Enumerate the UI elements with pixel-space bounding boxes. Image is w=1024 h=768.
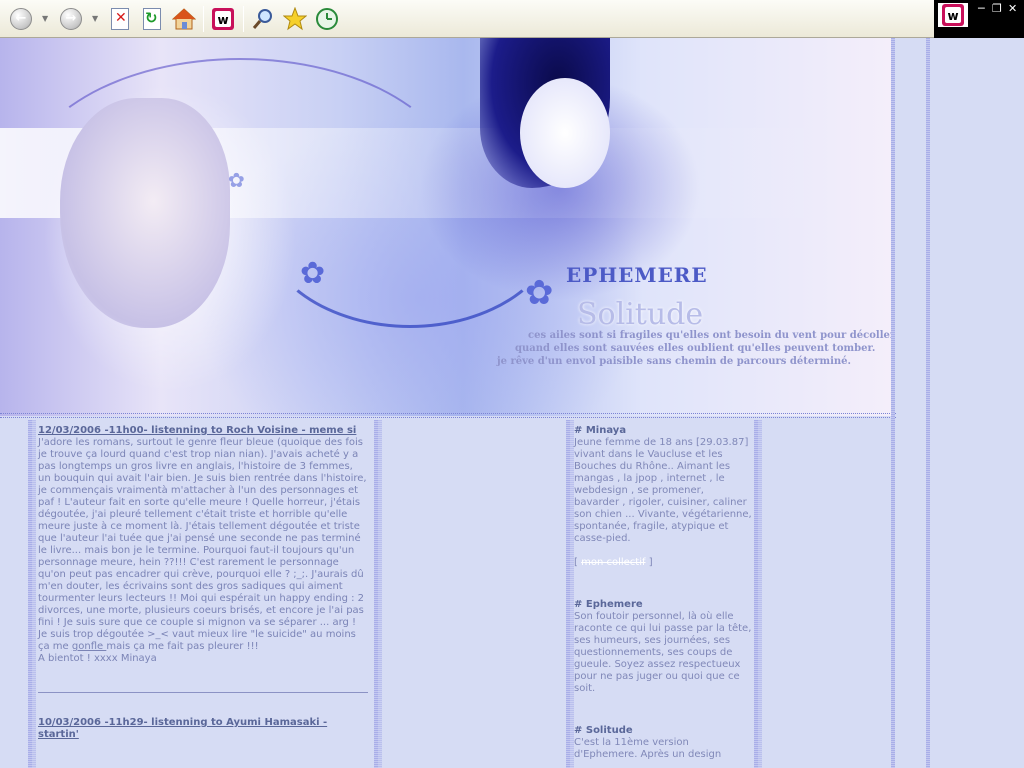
post-title-link[interactable]: 12/03/2006 -11h00- listenning to Roch Vo…	[38, 425, 368, 437]
history-icon	[316, 8, 338, 30]
refresh-icon: ↻	[143, 8, 161, 30]
home-icon	[172, 8, 196, 30]
post-text: mais ça me fait pas pleurer !!!	[106, 641, 259, 652]
back-button[interactable]: ←	[8, 6, 34, 32]
post: 12/03/2006 -11h00- listenning to Roch Vo…	[38, 425, 368, 665]
section-heading: # Minaya	[574, 425, 627, 436]
section-text: Son foutoir personnel, là où elle racont…	[574, 611, 752, 694]
banner-title: EPHEMERE	[566, 263, 708, 287]
butterfly-icon: ✿	[525, 273, 554, 313]
sidebar-section-ephemere: # Ephemere Son foutoir personnel, là où …	[574, 599, 752, 695]
column-divider	[32, 420, 36, 768]
forward-dropdown-icon[interactable]: ▼	[92, 14, 98, 23]
svg-text:w: w	[217, 13, 228, 27]
post-title-link[interactable]: 10/03/2006 -11h29- listenning to Ayumi H…	[38, 717, 368, 741]
search-button[interactable]	[250, 6, 276, 32]
butterfly-icon: ✿	[228, 168, 245, 192]
toolbar-separator	[243, 6, 244, 32]
section-heading: # Solitude	[574, 725, 633, 736]
w-app-button[interactable]: w	[210, 6, 236, 32]
window-controls: w ─ ❐ ✕	[934, 0, 1024, 38]
minimize-icon[interactable]: ─	[978, 2, 985, 15]
post-inline-link[interactable]: gonfle	[72, 641, 106, 652]
sidebar-section-minaya: # Minaya Jeune femme de 18 ans [29.03.87…	[574, 425, 752, 545]
arrow-left-icon: ←	[10, 8, 32, 30]
favorites-button[interactable]	[282, 6, 308, 32]
section-heading: # Ephemere	[574, 599, 643, 610]
banner-subtitle: Solitude	[577, 297, 704, 332]
butterfly-icon: ✿	[300, 256, 326, 291]
post: 10/03/2006 -11h29- listenning to Ayumi H…	[38, 717, 368, 741]
close-icon[interactable]: ✕	[1008, 2, 1017, 15]
banner-line: je rêve d'un envol paisible sans chemin …	[497, 356, 851, 367]
toolbar-separator	[203, 6, 204, 32]
w-logo-icon: w	[212, 8, 234, 30]
forward-button[interactable]: →	[58, 6, 84, 32]
collectif-link[interactable]: mon collectif	[581, 557, 645, 568]
section-text: C'est la 11ème version d'Ephemere. Après…	[574, 737, 722, 760]
w-logo-icon: w	[938, 3, 968, 27]
banner-border	[0, 413, 896, 416]
history-button[interactable]	[314, 6, 340, 32]
column-divider	[378, 420, 382, 768]
posts-column: 12/03/2006 -11h00- listenning to Roch Vo…	[38, 425, 368, 741]
post-signature: A bientot ! xxxx Minaya	[38, 653, 157, 664]
post-text: J'adore les romans, surtout le genre fle…	[38, 437, 370, 652]
magnifier-icon	[252, 9, 272, 29]
post-divider	[38, 692, 368, 693]
collectif-link-row: [ mon collectif ]	[574, 557, 752, 569]
refresh-button[interactable]: ↻	[139, 6, 165, 32]
home-button[interactable]	[171, 6, 197, 32]
stop-button[interactable]: ✕	[107, 6, 133, 32]
sidebar-section-solitude: # Solitude C'est la 11ème version d'Ephe…	[574, 725, 752, 761]
column-divider	[758, 420, 762, 768]
column-divider	[926, 38, 930, 768]
post-body: J'adore les romans, surtout le genre fle…	[38, 437, 368, 653]
section-text: Jeune femme de 18 ans [29.03.87] vivant …	[574, 437, 752, 544]
arrow-right-icon: →	[60, 8, 82, 30]
back-dropdown-icon[interactable]: ▼	[42, 14, 48, 23]
header-banner: ✿ ✿ ✿ EPHEMERE Solitude ces ailes sont s…	[0, 38, 891, 416]
svg-text:w: w	[947, 9, 958, 23]
browser-toolbar: ← ▼ → ▼ ✕ ↻ w	[0, 0, 934, 38]
star-icon	[283, 7, 307, 31]
banner-line: ces ailes sont si fragiles qu'elles ont …	[528, 330, 891, 341]
column-divider	[891, 38, 895, 768]
bracket: ]	[645, 557, 653, 568]
restore-icon[interactable]: ❐	[992, 2, 1002, 15]
sidebar-column: # Minaya Jeune femme de 18 ans [29.03.87…	[574, 425, 752, 768]
banner-line: quand elles sont sauvées elles oublient …	[515, 343, 876, 354]
stop-x-icon: ✕	[111, 8, 129, 30]
